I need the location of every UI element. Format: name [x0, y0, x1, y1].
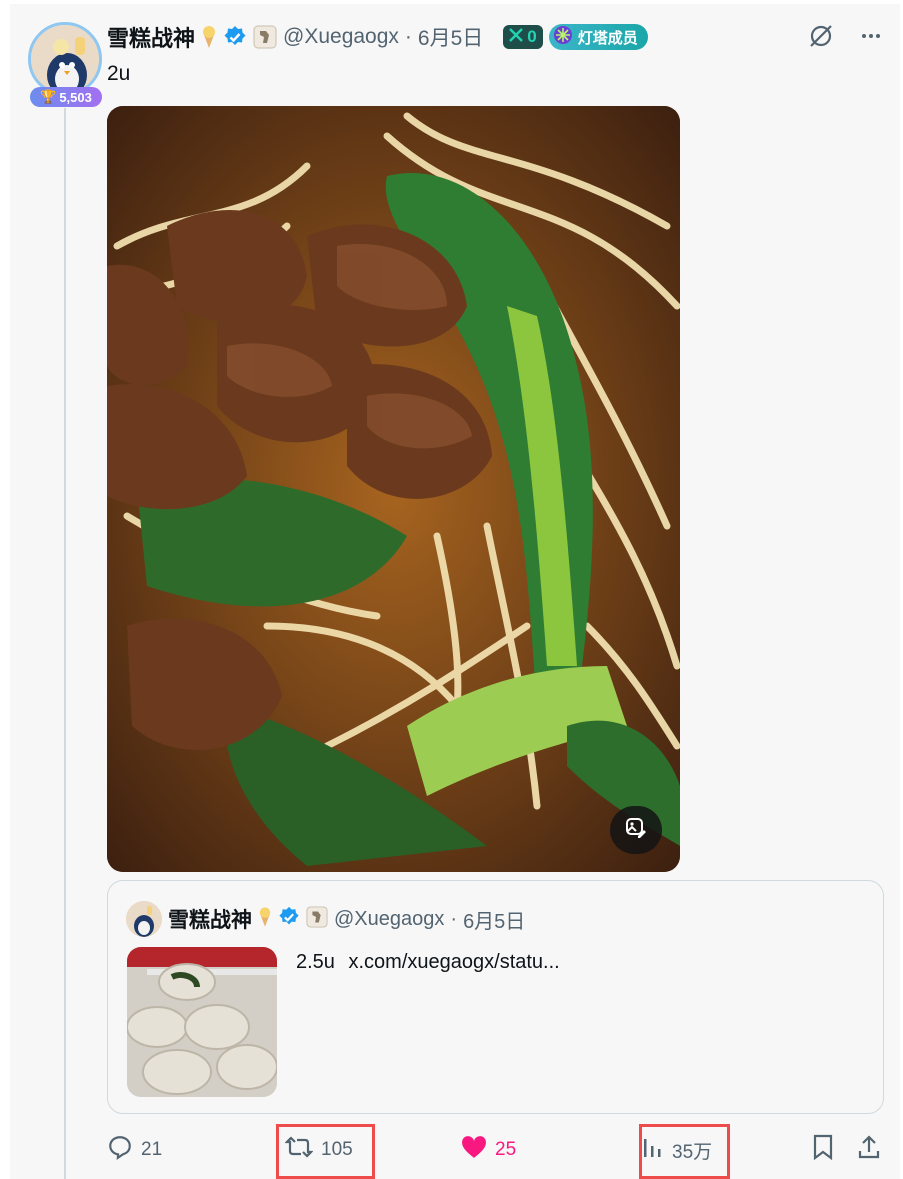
quoted-verified-badge-icon — [278, 906, 300, 933]
x-count-value: 0 — [527, 27, 537, 46]
quoted-affiliate-badge-icon — [306, 905, 328, 933]
reply-button[interactable]: 21 — [107, 1130, 162, 1170]
quoted-tweet-thumbnail — [127, 947, 277, 1097]
header-actions — [807, 22, 883, 55]
repost-highlight-box — [276, 1124, 375, 1179]
quoted-ice-cream-icon — [258, 906, 272, 933]
score-value: 5,503 — [59, 89, 92, 105]
quoted-separator-dot: · — [450, 907, 458, 930]
trophy-icon: 🏆 — [40, 89, 57, 104]
share-icon — [857, 1134, 881, 1166]
grok-icon[interactable] — [807, 22, 835, 55]
ice-cream-icon — [201, 25, 217, 49]
quoted-tweet[interactable]: 雪糕战神 @Xuegaogx · 6月5日 2.5u x.com/xuegaog… — [107, 880, 884, 1114]
share-button[interactable] — [857, 1130, 881, 1170]
quoted-author-name: 雪糕战神 — [168, 909, 252, 932]
affiliate-badge-icon[interactable] — [253, 25, 277, 49]
tweet-photo[interactable] — [107, 106, 680, 872]
author-handle[interactable]: @Xuegaogx — [283, 25, 399, 49]
x-count-badge[interactable]: 0 — [503, 25, 543, 49]
quoted-tweet-header: 雪糕战神 @Xuegaogx · 6月5日 — [126, 901, 525, 937]
verified-badge-icon[interactable] — [223, 25, 247, 49]
author-avatar[interactable] — [28, 22, 102, 96]
noodle-soup-image — [107, 106, 680, 872]
reply-count: 21 — [141, 1139, 163, 1160]
score-badge: 🏆 5,503 — [30, 87, 102, 107]
like-button[interactable]: 25 — [461, 1130, 516, 1170]
heart-icon — [461, 1135, 487, 1165]
bookmark-button[interactable] — [812, 1130, 834, 1170]
views-highlight-box — [639, 1124, 730, 1179]
quoted-tweet-link[interactable]: x.com/xuegaogx/statu... — [349, 951, 560, 973]
image-edit-button[interactable] — [610, 806, 662, 854]
bookmark-icon — [812, 1134, 834, 1166]
quoted-tweet-body: 2.5u — [296, 951, 335, 973]
quoted-author-handle: @Xuegaogx — [334, 907, 445, 930]
quoted-tweet-text: 2.5u x.com/xuegaogx/statu... — [296, 951, 560, 974]
more-options-icon[interactable] — [859, 24, 883, 53]
tweet-text: 2u — [107, 62, 131, 85]
separator-dot: · — [404, 25, 412, 48]
quoted-author-avatar — [126, 901, 162, 937]
quoted-tweet-date: 6月5日 — [463, 910, 526, 933]
tweet-header: 雪糕战神 @Xuegaogx · 6月5日 0 灯塔成员 — [107, 20, 648, 54]
thread-line — [64, 108, 66, 1179]
tweet-date[interactable]: 6月5日 — [418, 22, 483, 52]
member-badge-label: 灯塔成员 — [577, 29, 638, 47]
like-count: 25 — [495, 1139, 517, 1160]
member-badge[interactable]: 灯塔成员 — [548, 24, 648, 50]
author-name[interactable]: 雪糕战神 — [107, 21, 195, 53]
lighthouse-icon — [553, 25, 573, 49]
x-logo-icon — [509, 27, 524, 47]
tweet-actions-bar: 21 105 25 35万 — [107, 1130, 887, 1170]
reply-icon — [107, 1134, 133, 1166]
edit-image-icon — [624, 816, 648, 845]
